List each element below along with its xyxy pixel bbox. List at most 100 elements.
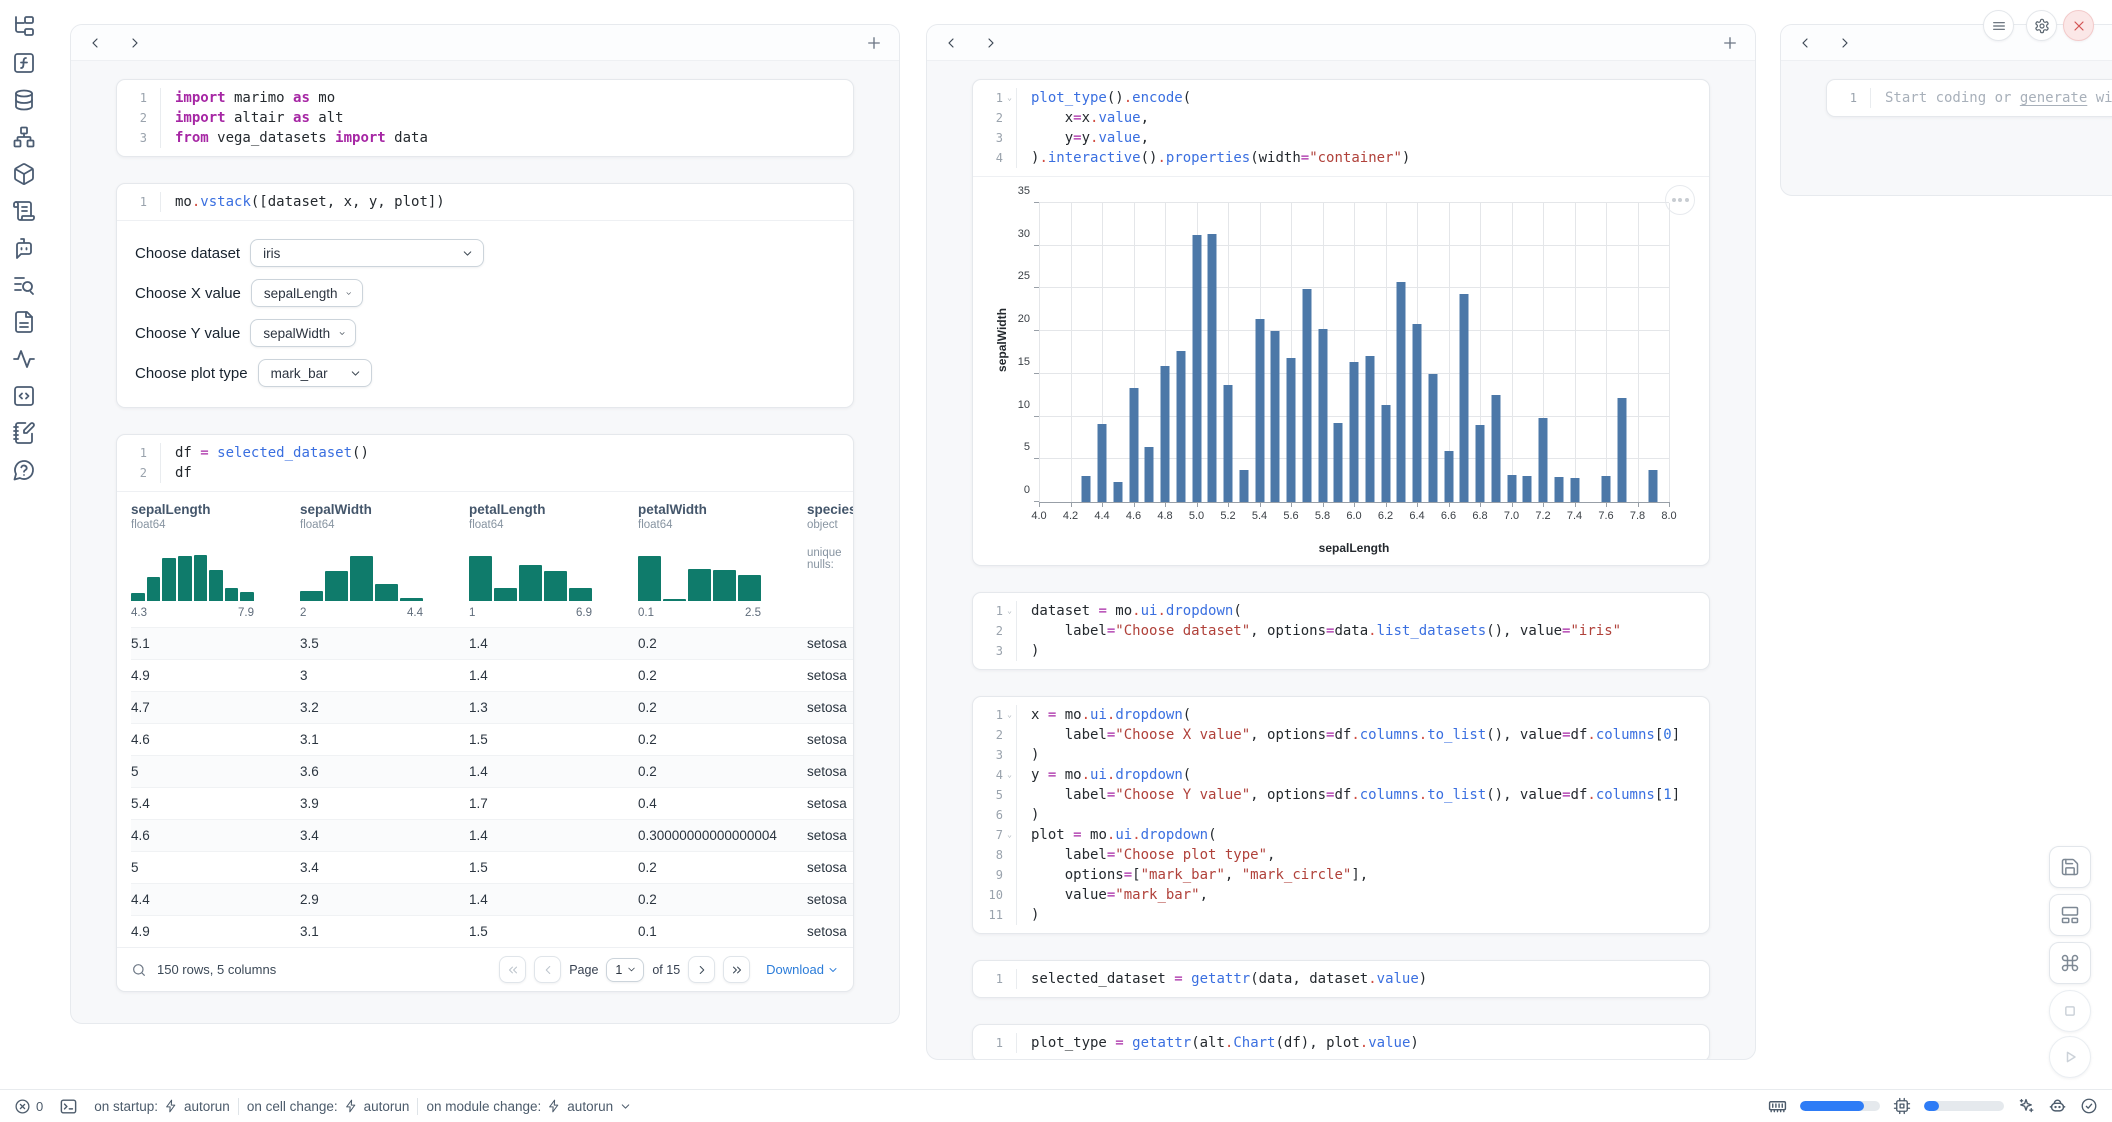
chart-bar[interactable] xyxy=(1082,476,1091,502)
table-row[interactable]: 4.63.11.50.2setosa xyxy=(131,723,853,755)
table-column-header[interactable]: speciesobjectuniquenulls: xyxy=(807,502,853,627)
scroll-text-icon[interactable] xyxy=(12,199,36,223)
chart-bar[interactable] xyxy=(1507,475,1516,502)
package-icon[interactable] xyxy=(12,162,36,186)
chart-bar[interactable] xyxy=(1554,477,1563,502)
chart-bar[interactable] xyxy=(1176,351,1185,502)
save-button[interactable] xyxy=(2049,846,2091,888)
add-cell-button[interactable] xyxy=(1721,34,1739,52)
chart-bar[interactable] xyxy=(1302,289,1311,502)
chart-bar[interactable] xyxy=(1539,418,1548,502)
empty-code-cell[interactable]: 1 Start coding or generate with AI xyxy=(1826,79,2112,117)
choose-plot-type-select[interactable]: mark_bar xyxy=(258,359,372,387)
chart-bar[interactable] xyxy=(1523,476,1532,502)
choose-y-value-select[interactable]: sepalWidth xyxy=(250,319,356,347)
chart-bar[interactable] xyxy=(1129,388,1138,502)
list-search-icon[interactable] xyxy=(12,273,36,297)
table-row[interactable]: 4.93.11.50.1setosa xyxy=(131,915,853,947)
workflow-icon[interactable] xyxy=(12,125,36,149)
table-row[interactable]: 5.13.51.40.2setosa xyxy=(131,627,853,659)
run-setting[interactable]: on startup:autorun xyxy=(94,1099,230,1114)
chevron-left-icon[interactable] xyxy=(1797,35,1813,51)
chart-bar[interactable] xyxy=(1161,366,1170,502)
layout-toggle-button[interactable] xyxy=(2049,894,2091,936)
code-placeholder[interactable]: Start coding or generate with AI xyxy=(1871,88,2112,108)
prev-page-button[interactable] xyxy=(534,956,561,983)
fold-toggle-icon[interactable]: ⌄ xyxy=(1003,88,1016,108)
code-square-icon[interactable] xyxy=(12,384,36,408)
error-count-badge[interactable]: 0 xyxy=(14,1098,43,1115)
code-text[interactable]: import marimo as mo xyxy=(161,88,349,108)
chevron-right-icon[interactable] xyxy=(983,35,999,51)
chart-bar[interactable] xyxy=(1413,324,1422,502)
settings-button[interactable] xyxy=(2026,10,2057,41)
chart-bar[interactable] xyxy=(1145,447,1154,502)
code-text[interactable]: plot_type().encode( xyxy=(1017,88,1205,108)
chart-bar[interactable] xyxy=(1287,358,1296,502)
table-row[interactable]: 4.42.91.40.2setosa xyxy=(131,883,853,915)
code-cell-vstack[interactable]: 1mo.vstack([dataset, x, y, plot]) Choose… xyxy=(116,183,854,408)
chart-bar[interactable] xyxy=(1617,398,1626,502)
help-bubble-icon[interactable] xyxy=(12,458,36,482)
code-text[interactable]: x=x.value, xyxy=(1017,108,1163,128)
code-text[interactable]: label="Choose Y value", options=df.colum… xyxy=(1017,785,1694,805)
code-text[interactable]: plot = mo.ui.dropdown( xyxy=(1017,825,1231,845)
copilot-icon[interactable] xyxy=(2048,1097,2067,1116)
code-cell-dataset-dropdown[interactable]: 1⌄dataset = mo.ui.dropdown(2 label="Choo… xyxy=(972,592,1710,670)
connection-status-icon[interactable] xyxy=(2080,1097,2098,1115)
chart-bar[interactable] xyxy=(1570,478,1579,502)
table-row[interactable]: 4.931.40.2setosa xyxy=(131,659,853,691)
chart-bar[interactable] xyxy=(1365,356,1374,502)
code-text[interactable]: value="mark_bar", xyxy=(1017,885,1222,905)
code-text[interactable]: mo.vstack([dataset, x, y, plot]) xyxy=(161,192,459,212)
code-cell-plot[interactable]: 1⌄plot_type().encode(2 x=x.value,3 y=y.v… xyxy=(972,79,1710,566)
table-row[interactable]: 4.63.41.40.30000000000000004setosa xyxy=(131,819,853,851)
code-text[interactable]: label="Choose X value", options=df.colum… xyxy=(1017,725,1694,745)
code-cell-dataframe[interactable]: 1df = selected_dataset()2df sepalLengthf… xyxy=(116,434,854,992)
code-text[interactable]: from vega_datasets import data xyxy=(161,128,442,148)
chevron-right-icon[interactable] xyxy=(127,35,143,51)
activity-icon[interactable] xyxy=(12,347,36,371)
chart-bar[interactable] xyxy=(1224,385,1233,502)
database-icon[interactable] xyxy=(12,88,36,112)
run-setting[interactable]: on module change:autorun xyxy=(426,1099,632,1114)
chart-bar[interactable] xyxy=(1334,423,1343,502)
chart-bar[interactable] xyxy=(1381,405,1390,502)
sparkles-icon[interactable] xyxy=(2017,1097,2035,1115)
chart-bar[interactable] xyxy=(1208,234,1217,502)
code-cell-xyplot-dropdowns[interactable]: 1⌄x = mo.ui.dropdown(2 label="Choose X v… xyxy=(972,696,1710,934)
chart-bar[interactable] xyxy=(1255,319,1264,502)
chevron-left-icon[interactable] xyxy=(943,35,959,51)
file-text-icon[interactable] xyxy=(12,310,36,334)
chart-bar[interactable] xyxy=(1318,329,1327,502)
first-page-button[interactable] xyxy=(499,956,526,983)
chart-bar[interactable] xyxy=(1649,470,1658,502)
chevron-left-icon[interactable] xyxy=(87,35,103,51)
notebook-pen-icon[interactable] xyxy=(12,421,36,445)
file-tree-icon[interactable] xyxy=(12,14,36,38)
last-page-button[interactable] xyxy=(723,956,750,983)
code-text[interactable]: ) xyxy=(1017,641,1053,661)
chart-bar[interactable] xyxy=(1098,424,1107,502)
chart-bar[interactable] xyxy=(1444,451,1453,502)
code-text[interactable]: ) xyxy=(1017,805,1053,825)
code-text[interactable]: y=y.value, xyxy=(1017,128,1163,148)
code-text[interactable]: df = selected_dataset() xyxy=(161,443,383,463)
command-palette-button[interactable] xyxy=(2049,942,2091,984)
chart-bar[interactable] xyxy=(1113,482,1122,502)
chart-bar[interactable] xyxy=(1192,235,1201,502)
code-cell-imports[interactable]: 1import marimo as mo2import altair as al… xyxy=(116,79,854,157)
table-row[interactable]: 53.41.50.2setosa xyxy=(131,851,853,883)
code-text[interactable]: ) xyxy=(1017,905,1053,925)
menu-button[interactable] xyxy=(1983,10,2014,41)
shutdown-button[interactable] xyxy=(2063,10,2094,41)
chart-bar[interactable] xyxy=(1350,362,1359,502)
chevron-right-icon[interactable] xyxy=(1837,35,1853,51)
choose-x-value-select[interactable]: sepalLength xyxy=(251,279,363,307)
code-text[interactable]: x = mo.ui.dropdown( xyxy=(1017,705,1205,725)
code-text[interactable]: plot_type = getattr(alt.Chart(df), plot.… xyxy=(1017,1033,1433,1053)
table-row[interactable]: 4.73.21.30.2setosa xyxy=(131,691,853,723)
bot-message-icon[interactable] xyxy=(12,236,36,260)
fold-toggle-icon[interactable]: ⌄ xyxy=(1003,705,1016,725)
code-text[interactable]: y = mo.ui.dropdown( xyxy=(1017,765,1205,785)
